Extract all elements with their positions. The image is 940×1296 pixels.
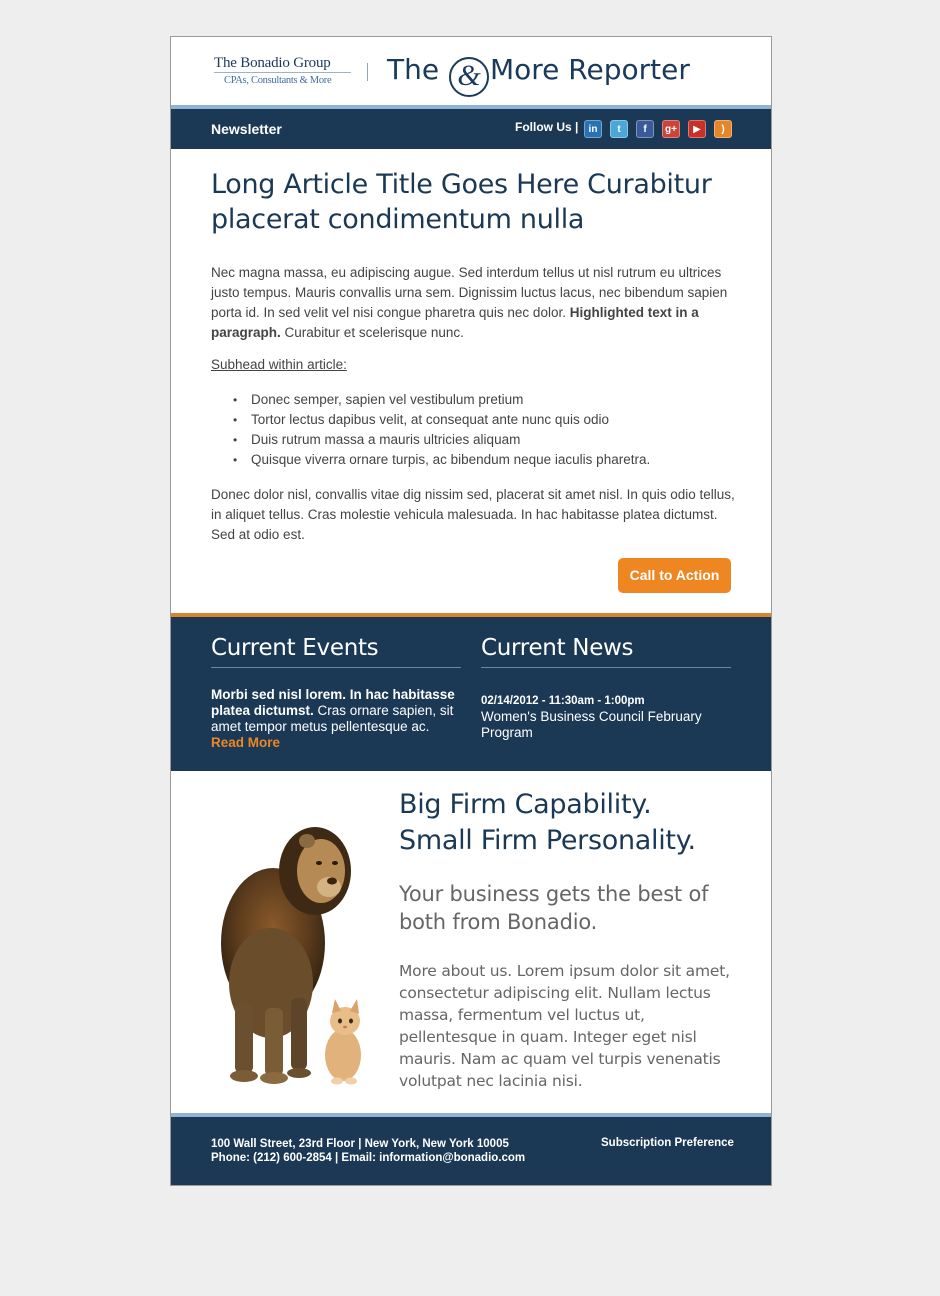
- article-title: Long Article Title Goes Here Curabitur p…: [211, 169, 712, 235]
- google-plus-icon[interactable]: g+: [662, 120, 680, 138]
- list-item: Duis rutrum massa a mauris ultricies ali…: [233, 430, 733, 450]
- ampersand-emblem: &: [448, 57, 489, 97]
- reporter-title: The & More Reporter: [387, 53, 690, 97]
- current-news-body: 02/14/2012 - 11:30am - 1:00pm Women's Bu…: [481, 693, 731, 741]
- bonadio-logo[interactable]: The Bonadio Group: [214, 55, 331, 72]
- promo-subhead: Your business gets the best of both from…: [399, 882, 709, 934]
- logo-title: The Bonadio Group: [214, 55, 331, 71]
- current-events-heading: Current Events: [211, 635, 461, 668]
- call-to-action-button[interactable]: Call to Action: [618, 558, 731, 593]
- footer-address: 100 Wall Street, 23rd Floor | New York, …: [211, 1138, 509, 1150]
- linkedin-icon[interactable]: in: [584, 120, 602, 138]
- reporter-title-left: The: [387, 53, 440, 86]
- list-item: Donec semper, sapien vel vestibulum pret…: [233, 390, 733, 410]
- current-events-body: Morbi sed nisl lorem. In hac habitasse p…: [211, 687, 461, 751]
- article-paragraph-1: Nec magna massa, eu adipiscing augue. Se…: [211, 263, 736, 343]
- follow-us-label: Follow Us |: [515, 120, 579, 134]
- article-paragraph-2: Donec dolor nisl, convallis vitae dig ni…: [211, 487, 735, 542]
- article-subhead: Subhead within article:: [211, 357, 347, 372]
- events-news-section: Current Events Morbi sed nisl lorem. In …: [171, 617, 771, 771]
- rss-icon[interactable]: ): [714, 120, 732, 138]
- youtube-icon[interactable]: ▶: [688, 120, 706, 138]
- current-news-heading: Current News: [481, 635, 731, 668]
- logo-rule: [214, 72, 351, 73]
- twitter-icon[interactable]: t: [610, 120, 628, 138]
- read-more-link[interactable]: Read More: [211, 735, 280, 750]
- article-bullet-list: Donec semper, sapien vel vestibulum pret…: [233, 390, 733, 470]
- kitten: [325, 1029, 361, 1081]
- lion-and-kitten-image: [211, 793, 371, 1093]
- news-date: 02/14/2012 - 11:30am - 1:00pm: [481, 695, 645, 707]
- promo-headline-line-2: Small Firm Personality.: [399, 825, 696, 856]
- nav-bar: Newsletter Follow Us | in t f g+ ▶): [171, 109, 771, 149]
- header-divider: [367, 63, 368, 81]
- footer-address-block: 100 Wall Street, 23rd Floor | New York, …: [211, 1137, 525, 1165]
- about-us-text: More about us. Lorem ipsum dolor sit ame…: [399, 962, 730, 1090]
- subscription-preference-link[interactable]: Subscription Preference: [601, 1137, 734, 1149]
- footer: 100 Wall Street, 23rd Floor | New York, …: [171, 1117, 771, 1185]
- paragraph-tail: Curabitur et scelerisque nunc.: [280, 325, 464, 340]
- header: The Bonadio Group CPAs, Consultants & Mo…: [171, 37, 771, 105]
- facebook-icon[interactable]: f: [636, 120, 654, 138]
- logo-tagline: CPAs, Consultants & More: [224, 75, 332, 86]
- reporter-title-right: More Reporter: [489, 53, 690, 86]
- promo-headline-line-1: Big Firm Capability.: [399, 789, 652, 820]
- news-title-link[interactable]: Women's Business Council February Progra…: [481, 709, 731, 741]
- list-item: Tortor lectus dapibus velit, at consequa…: [233, 410, 733, 430]
- lion-and-kitten-illustration: [221, 827, 361, 1085]
- list-item: Quisque viverra ornare turpis, ac bibend…: [233, 450, 733, 470]
- promo-headline: Big Firm Capability. Small Firm Personal…: [399, 787, 749, 859]
- newsletter-page: The Bonadio Group CPAs, Consultants & Mo…: [170, 36, 772, 1186]
- footer-contact[interactable]: Phone: (212) 600-2854 | Email: informati…: [211, 1151, 525, 1165]
- newsletter-label: Newsletter: [211, 121, 282, 137]
